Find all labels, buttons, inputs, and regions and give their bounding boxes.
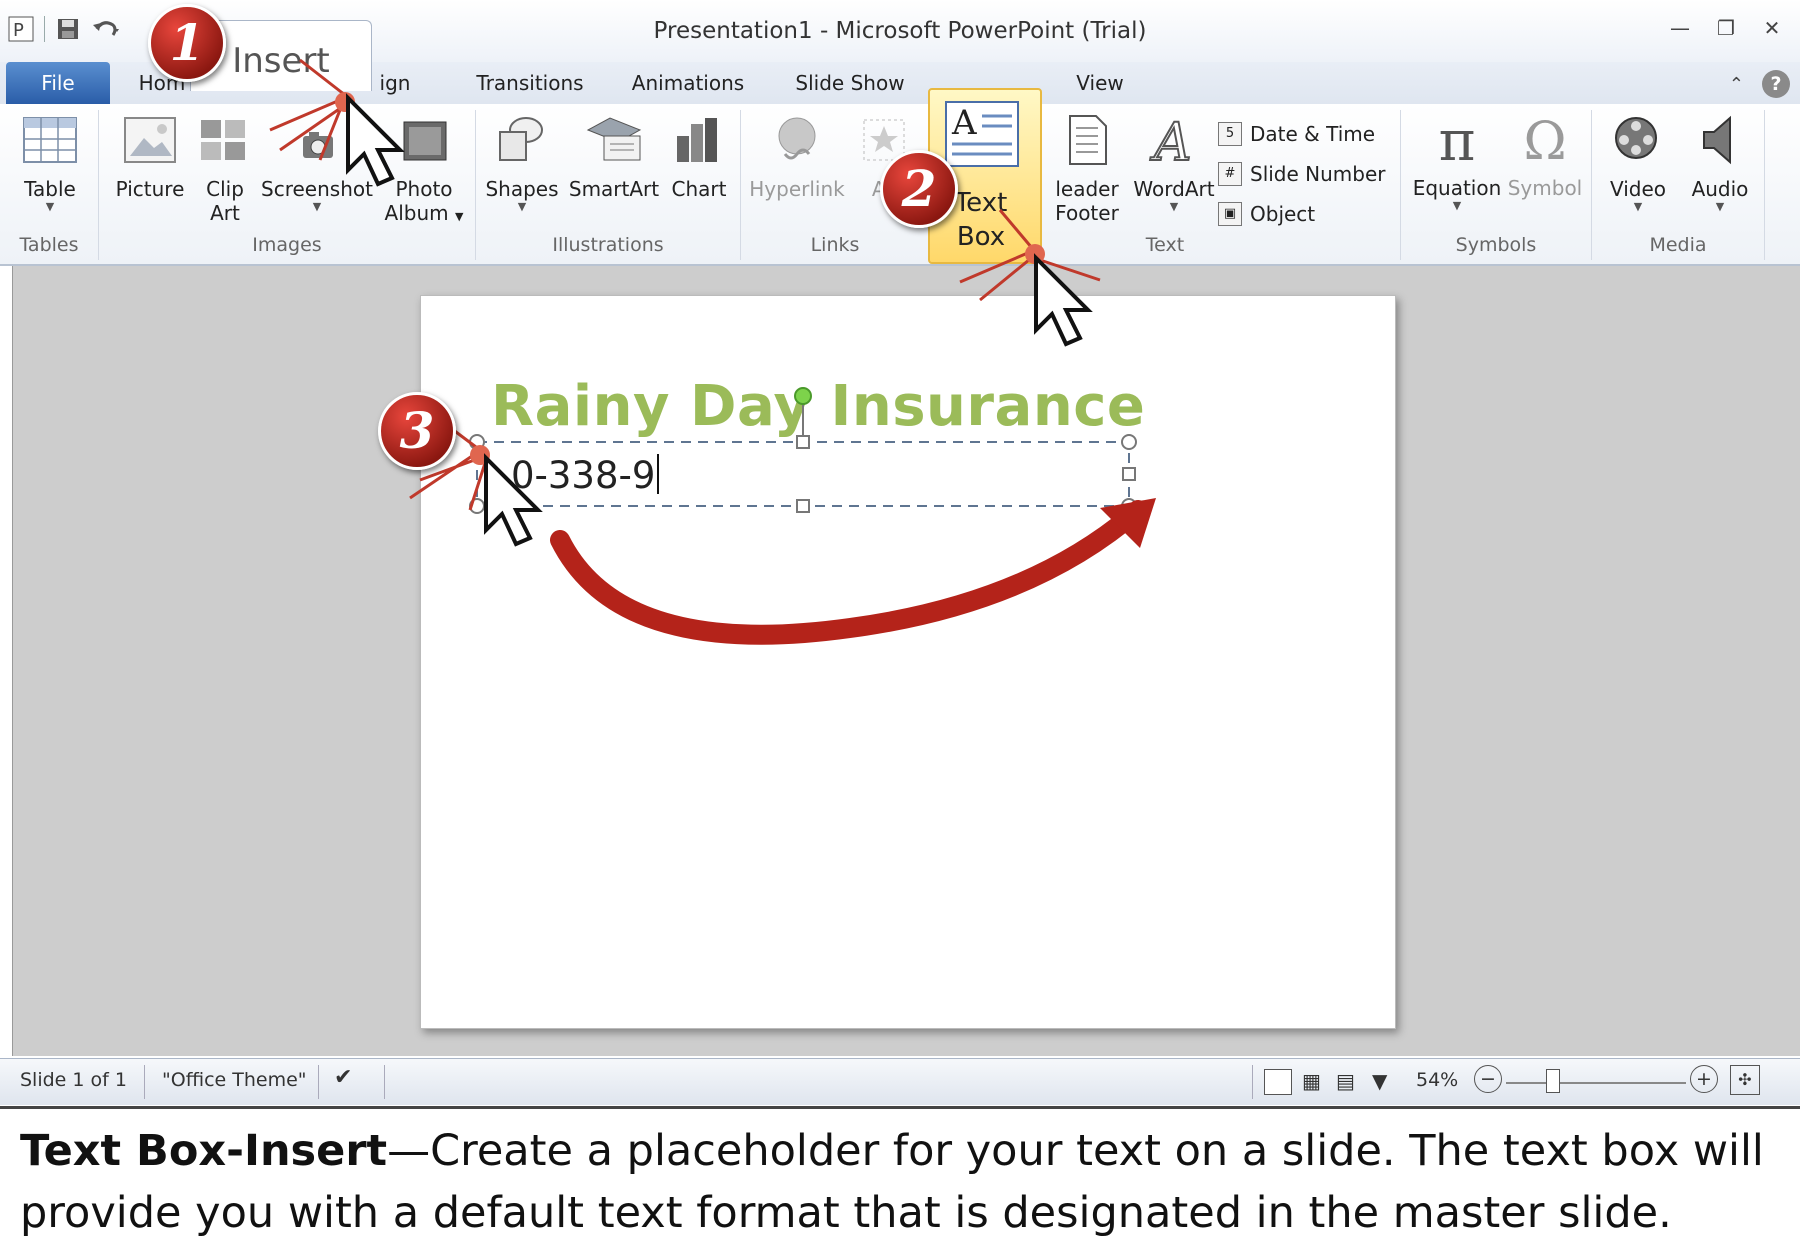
mouse-cursor-icon xyxy=(346,93,405,187)
caption-line-1: —Create a placeholder for your text on a… xyxy=(387,1126,1764,1176)
caption-heading: Text Box-Insert xyxy=(20,1126,388,1176)
mouse-cursor-icon xyxy=(1034,253,1093,347)
step-badge-1: 1 xyxy=(148,4,226,82)
mouse-cursor-icon xyxy=(484,453,543,547)
step-badge-2: 2 xyxy=(880,150,958,228)
click-burst-1 xyxy=(269,58,355,161)
curved-arrow xyxy=(550,500,1148,645)
click-burst-2 xyxy=(959,209,1101,302)
caption-line-2: provide you with a default text format t… xyxy=(20,1188,1672,1238)
step-badge-3: 3 xyxy=(378,392,456,470)
caption: Text Box-Insert—Create a placeholder for… xyxy=(20,1120,1800,1244)
